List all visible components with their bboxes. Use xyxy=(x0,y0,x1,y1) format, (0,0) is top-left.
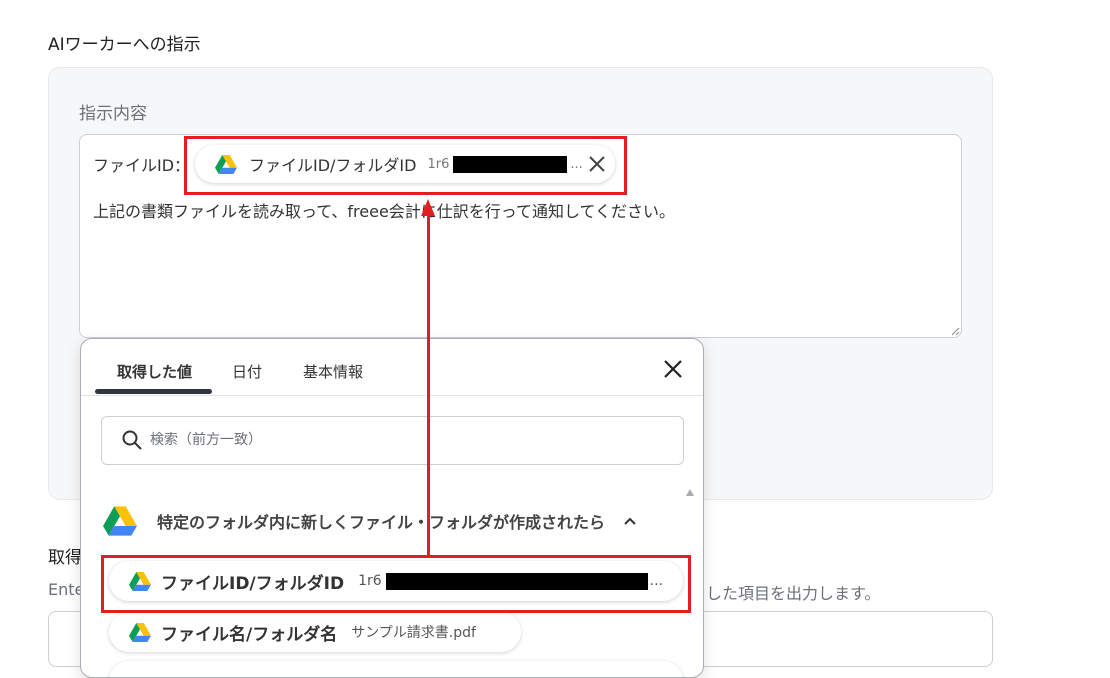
search-input[interactable] xyxy=(150,429,650,451)
annotation-arrow-line xyxy=(427,214,430,555)
trigger-group-header[interactable]: 特定のフォルダ内に新しくファイル・フォルダが作成されたら xyxy=(103,503,673,539)
google-drive-icon xyxy=(129,622,151,642)
instruction-label: 指示内容 xyxy=(79,104,147,124)
scroll-up-arrow[interactable] xyxy=(686,489,694,496)
variable-picker-popup: 取得した値 日付 基本情報 特定のフォルダ内に新しくファイル・フォルダが作成され… xyxy=(80,338,704,678)
section-title: AIワーカーへの指示 xyxy=(48,35,201,55)
tabs-divider xyxy=(81,395,703,396)
active-tab-indicator xyxy=(95,389,212,394)
resize-grip-icon[interactable] xyxy=(950,326,960,336)
search-box[interactable] xyxy=(101,416,684,465)
search-icon xyxy=(122,430,142,450)
annotation-arrow-head xyxy=(421,199,435,216)
tab-basic-info[interactable]: 基本情報 xyxy=(303,361,363,382)
output-section-desc-tail: した項目を出力します。 xyxy=(706,584,881,603)
trigger-group-label: 特定のフォルダ内に新しくファイル・フォルダが作成されたら xyxy=(157,513,606,532)
list-item-file-name[interactable]: ファイル名/フォルダ名 サンプル請求書.pdf xyxy=(109,612,521,652)
close-icon[interactable] xyxy=(662,358,684,380)
instruction-body-text: 上記の書類ファイルを読み取って、freee会計に仕訳を行って通知してください。 xyxy=(93,202,676,221)
google-drive-icon xyxy=(103,506,137,536)
chevron-up-icon[interactable] xyxy=(622,513,638,529)
highlight-box-item xyxy=(101,555,691,613)
tab-acquired-values[interactable]: 取得した値 xyxy=(117,361,192,382)
item-value: サンプル請求書.pdf xyxy=(351,625,476,641)
tab-date[interactable]: 日付 xyxy=(232,361,262,382)
highlight-box-chip xyxy=(184,136,627,195)
output-section-desc: Ente xyxy=(48,580,85,599)
output-section-title: 取得 xyxy=(48,548,82,568)
list-item[interactable] xyxy=(109,661,683,677)
item-label: ファイル名/フォルダ名 xyxy=(161,624,338,645)
file-id-prefix: ファイルID： xyxy=(93,156,191,175)
